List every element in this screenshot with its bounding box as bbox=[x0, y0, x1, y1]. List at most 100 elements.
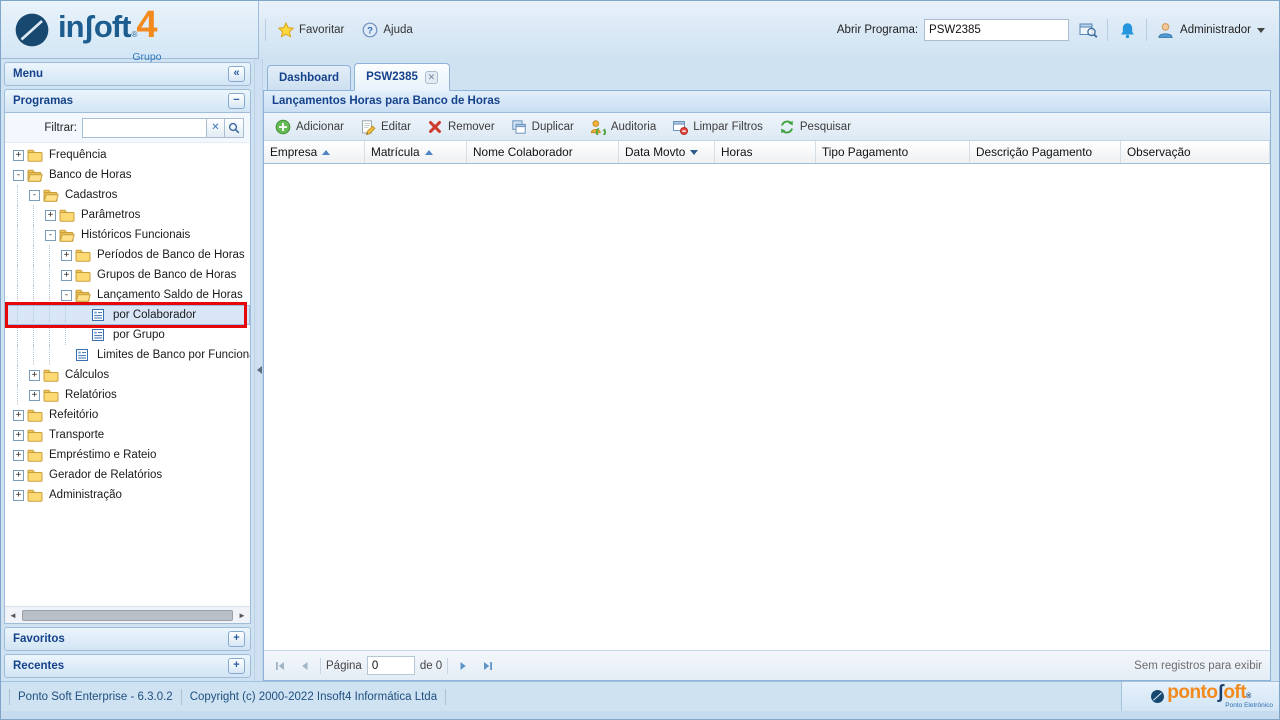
filter-search-button[interactable] bbox=[225, 118, 244, 138]
toolbar-adicionar-button[interactable]: Adicionar bbox=[268, 116, 351, 138]
sidebar-splitter[interactable] bbox=[254, 59, 263, 681]
column-header-nome-colaborador[interactable]: Nome Colaborador bbox=[467, 141, 619, 163]
tree-collapse-icon[interactable]: - bbox=[45, 230, 56, 241]
tree-expand-icon[interactable]: + bbox=[45, 210, 56, 221]
tree-item-parametros[interactable]: +Parâmetros bbox=[5, 205, 250, 225]
column-header-descricao-pagamento[interactable]: Descrição Pagamento bbox=[970, 141, 1121, 163]
toolbar-limpar-filtros-button[interactable]: Limpar Filtros bbox=[665, 116, 770, 138]
filter-clear-button[interactable]: ✕ bbox=[206, 118, 225, 138]
recentes-section-header[interactable]: Recentes + bbox=[4, 654, 251, 678]
sort-asc-icon bbox=[322, 150, 330, 155]
tree-item-refeitorio[interactable]: +Refeitório bbox=[5, 405, 250, 425]
expand-recentes-button[interactable]: + bbox=[228, 658, 245, 674]
tree-item-relatorios[interactable]: +Relatórios bbox=[5, 385, 250, 405]
tree-expand-icon[interactable]: + bbox=[13, 470, 24, 481]
column-header-observacao[interactable]: Observação bbox=[1121, 141, 1270, 163]
favoritos-section-header[interactable]: Favoritos + bbox=[4, 627, 251, 651]
last-page-button[interactable] bbox=[478, 656, 498, 676]
favoritar-button[interactable]: Favoritar bbox=[272, 18, 350, 42]
tab-close-icon[interactable]: ✕ bbox=[425, 71, 438, 84]
divider bbox=[320, 658, 321, 674]
tree-item-lancamento-saldo-de-horas[interactable]: -Lançamento Saldo de Horas bbox=[5, 285, 250, 305]
tree-expand-icon[interactable]: + bbox=[29, 370, 40, 381]
column-header-data-movto[interactable]: Data Movto bbox=[619, 141, 715, 163]
prev-page-button[interactable] bbox=[295, 656, 315, 676]
ajuda-button[interactable]: ? Ajuda bbox=[356, 18, 418, 42]
tree-expander[interactable]: + bbox=[58, 267, 75, 284]
first-page-button[interactable] bbox=[270, 656, 290, 676]
tree-expander[interactable]: + bbox=[10, 427, 27, 444]
column-header-empresa[interactable]: Empresa bbox=[264, 141, 365, 163]
toolbar-editar-button[interactable]: Editar bbox=[353, 116, 418, 138]
column-header-matricula[interactable]: Matrícula bbox=[365, 141, 467, 163]
tree-expander[interactable]: + bbox=[10, 467, 27, 484]
tab-dashboard[interactable]: Dashboard bbox=[267, 65, 351, 90]
filter-input[interactable] bbox=[82, 118, 206, 138]
scrollbar-thumb[interactable] bbox=[22, 610, 233, 621]
tree-collapse-icon[interactable]: - bbox=[13, 170, 24, 181]
toolbar-duplicar-button[interactable]: Duplicar bbox=[504, 116, 581, 138]
tree-expander[interactable]: + bbox=[10, 487, 27, 504]
column-menu-icon[interactable] bbox=[690, 150, 698, 155]
tree-expander[interactable]: + bbox=[10, 407, 27, 424]
tree-item-periodos-de-banco-de-horas[interactable]: +Períodos de Banco de Horas bbox=[5, 245, 250, 265]
tree-item-por-colaborador[interactable]: por Colaborador bbox=[5, 305, 250, 325]
tree-item-administracao[interactable]: +Administração bbox=[5, 485, 250, 505]
tree-item-grupos-de-banco-de-horas[interactable]: +Grupos de Banco de Horas bbox=[5, 265, 250, 285]
tree-expand-icon[interactable]: + bbox=[29, 390, 40, 401]
tree-expand-icon[interactable]: + bbox=[13, 410, 24, 421]
next-page-button[interactable] bbox=[453, 656, 473, 676]
tree-expand-icon[interactable]: + bbox=[13, 450, 24, 461]
tree-expander[interactable]: - bbox=[10, 167, 27, 184]
tree-expand-icon[interactable]: + bbox=[61, 270, 72, 281]
toolbar-auditoria-button[interactable]: Auditoria bbox=[583, 116, 663, 138]
notifications-button[interactable] bbox=[1114, 18, 1140, 42]
toolbar-remover-button[interactable]: Remover bbox=[420, 116, 502, 138]
tree-expand-icon[interactable]: + bbox=[61, 250, 72, 261]
tree-expander[interactable]: + bbox=[10, 147, 27, 164]
tree-expander[interactable]: + bbox=[10, 447, 27, 464]
scroll-left-icon[interactable]: ◄ bbox=[5, 607, 21, 623]
tree-expander[interactable]: - bbox=[42, 227, 59, 244]
tree-item-transporte[interactable]: +Transporte bbox=[5, 425, 250, 445]
tree-horizontal-scrollbar[interactable]: ◄ ► bbox=[5, 606, 250, 623]
tree-expander[interactable]: + bbox=[42, 207, 59, 224]
search-icon bbox=[228, 122, 240, 134]
tree-guide-line bbox=[33, 285, 50, 305]
tree-item-banco-de-horas[interactable]: -Banco de Horas bbox=[5, 165, 250, 185]
tree-expand-icon[interactable]: + bbox=[13, 490, 24, 501]
tree-expand-icon[interactable]: + bbox=[13, 150, 24, 161]
tree-item-por-grupo[interactable]: por Grupo bbox=[5, 325, 250, 345]
user-menu-button[interactable]: Administrador bbox=[1153, 20, 1269, 41]
tree-collapse-icon[interactable]: - bbox=[29, 190, 40, 201]
tab-psw2385[interactable]: PSW2385✕ bbox=[354, 63, 450, 91]
tree-expander[interactable]: - bbox=[26, 187, 43, 204]
tree-expander[interactable]: + bbox=[26, 367, 43, 384]
grid-body-empty[interactable] bbox=[264, 164, 1270, 650]
program-search-button[interactable] bbox=[1075, 18, 1101, 42]
collapse-programas-button[interactable]: − bbox=[228, 93, 245, 109]
column-header-horas[interactable]: Horas bbox=[715, 141, 816, 163]
tree-item-limites-de-banco-por-funcionario[interactable]: Limites de Banco por Funcionário bbox=[5, 345, 250, 365]
tree-item-cadastros[interactable]: -Cadastros bbox=[5, 185, 250, 205]
content-row: Menu « Programas − Filtrar: ✕ bbox=[1, 59, 1279, 681]
tree-item-emprestimo-e-rateio[interactable]: +Empréstimo e Rateio bbox=[5, 445, 250, 465]
tree-item-frequencia[interactable]: +Frequência bbox=[5, 145, 250, 165]
toolbar-pesquisar-button[interactable]: Pesquisar bbox=[772, 116, 858, 138]
tree-expander[interactable]: + bbox=[26, 387, 43, 404]
tree-item-gerador-de-relatorios[interactable]: +Gerador de Relatórios bbox=[5, 465, 250, 485]
tree-item-historicos-funcionais[interactable]: -Históricos Funcionais bbox=[5, 225, 250, 245]
splitter-collapse-icon[interactable] bbox=[257, 366, 262, 374]
program-code-input[interactable] bbox=[924, 19, 1069, 41]
tree-item-calculos[interactable]: +Cálculos bbox=[5, 365, 250, 385]
collapse-sidebar-button[interactable]: « bbox=[228, 66, 245, 82]
tree-expander[interactable]: + bbox=[58, 247, 75, 264]
programas-section-header[interactable]: Programas − bbox=[4, 89, 251, 113]
scroll-right-icon[interactable]: ► bbox=[234, 607, 250, 623]
expand-favoritos-button[interactable]: + bbox=[228, 631, 245, 647]
tree-expand-icon[interactable]: + bbox=[13, 430, 24, 441]
tree-expander[interactable]: - bbox=[58, 287, 75, 304]
tree-collapse-icon[interactable]: - bbox=[61, 290, 72, 301]
column-header-tipo-pagamento[interactable]: Tipo Pagamento bbox=[816, 141, 970, 163]
page-number-input[interactable] bbox=[367, 656, 415, 675]
